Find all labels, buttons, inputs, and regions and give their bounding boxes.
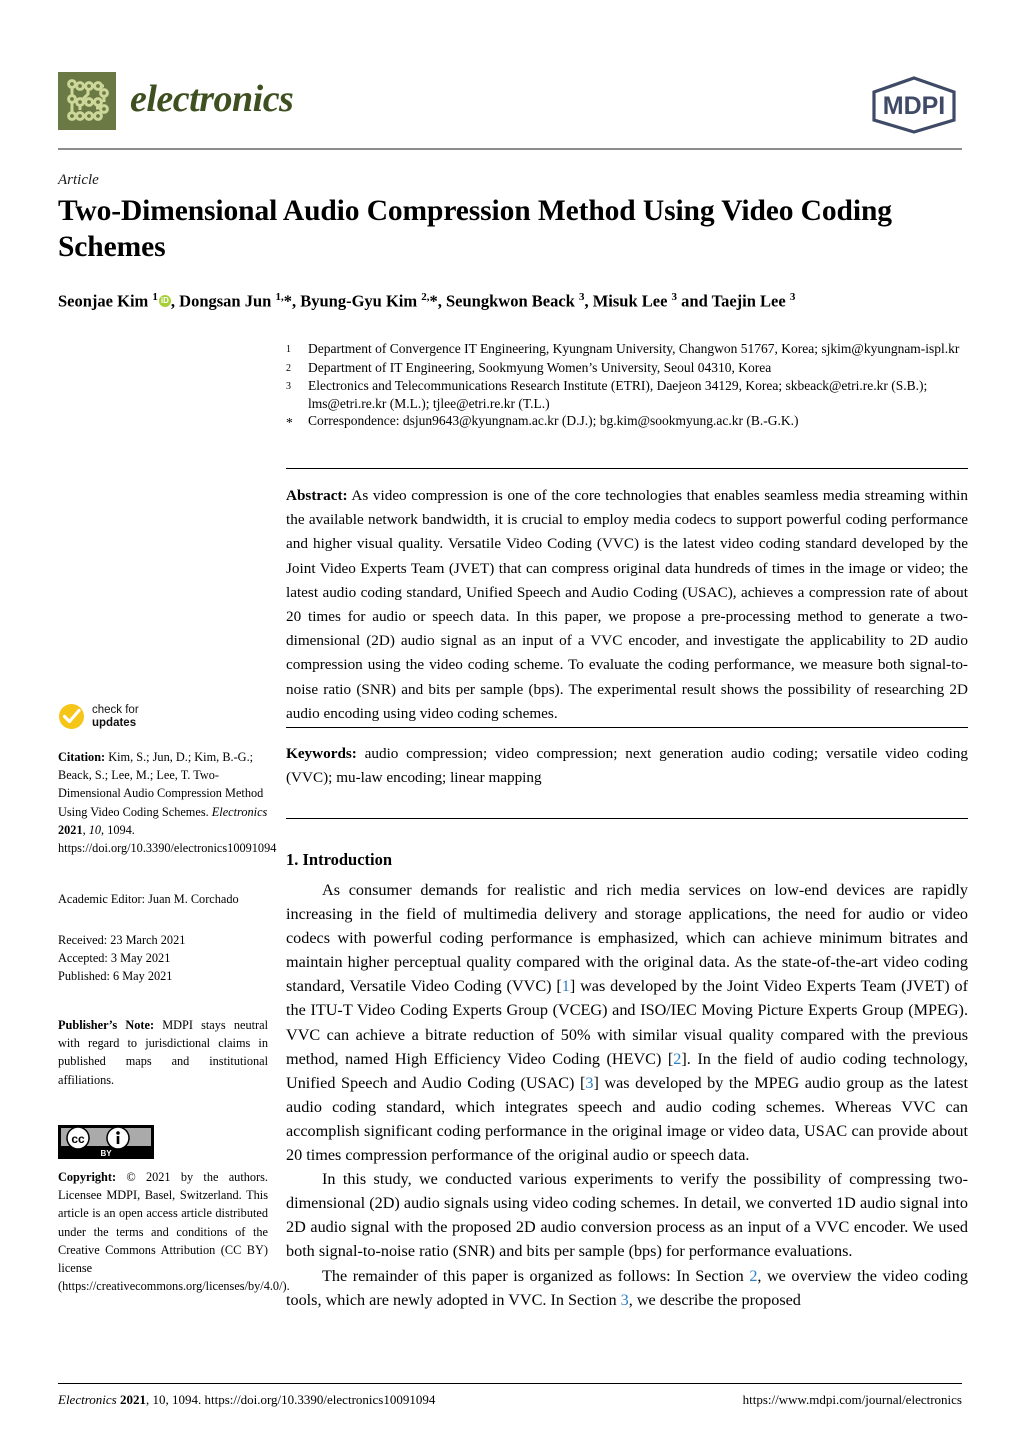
published-date: Published: 6 May 2021 xyxy=(58,969,173,984)
accepted-date: Accepted: 3 May 2021 xyxy=(58,951,171,966)
keywords-block: Keywords: audio compression; video compr… xyxy=(286,742,968,790)
paragraph-1: As consumer demands for realistic and ri… xyxy=(286,878,968,1167)
citation-block: Citation: Kim, S.; Jun, D.; Kim, B.-G.; … xyxy=(58,750,277,856)
publisher-note-label: Publisher’s Note: xyxy=(58,1018,155,1032)
received-date: Received: 23 March 2021 xyxy=(58,933,186,947)
header-divider xyxy=(58,148,962,150)
abstract-text: As video compression is one of the core … xyxy=(286,487,968,722)
section-ref-3[interactable]: 3 xyxy=(621,1291,629,1309)
mdpi-logo: MDPI xyxy=(866,74,962,136)
citation-ref-1[interactable]: 1 xyxy=(562,977,570,995)
cfu-line-2: updates xyxy=(92,716,137,729)
keywords-text: audio compression; video compression; ne… xyxy=(286,745,968,787)
footer-journal-url[interactable]: https://www.mdpi.com/journal/electronics xyxy=(743,1392,962,1408)
abstract-top-divider xyxy=(286,468,968,469)
paper-page: electronics MDPI Article Two-Dimensional… xyxy=(0,0,1020,1442)
affiliation-text: Department of IT Engineering, Sookmyung … xyxy=(308,359,772,375)
abstract-bottom-divider xyxy=(286,727,968,728)
page-title: Two-Dimensional Audio Compression Method… xyxy=(58,195,892,263)
footer-citation: Electronics 2021, 10, 1094. https://doi.… xyxy=(58,1392,435,1408)
copyright-block: Copyright: © 2021 by the authors. Licens… xyxy=(58,1168,290,1295)
affiliation-marker: 2 xyxy=(286,362,291,374)
affiliation-marker: 1 xyxy=(286,344,291,355)
citation-label: Citation: xyxy=(58,750,106,764)
publisher-note: Publisher’s Note: MDPI stays neutral wit… xyxy=(58,1016,268,1089)
keywords-bottom-divider xyxy=(286,818,968,819)
paragraph-3-segment-3: , we describe the proposed xyxy=(628,1290,801,1309)
citation-journal: Electronics xyxy=(211,804,268,819)
affiliations-list: 1 Department of Convergence IT Engineeri… xyxy=(286,340,966,432)
citation-volume: 10 xyxy=(88,822,102,837)
abstract-block: Abstract: As video compression is one of… xyxy=(286,484,968,726)
abstract-label: Abstract: xyxy=(286,487,348,504)
footer-journal: Electronics xyxy=(58,1392,117,1407)
article-type-label: Article xyxy=(58,172,99,188)
affiliation-marker: 3 xyxy=(286,381,291,392)
cc-by-label: BY xyxy=(100,1149,112,1158)
publication-dates: Received: 23 March 2021 Accepted: 3 May … xyxy=(58,931,268,986)
paragraph-3: The remainder of this paper is organized… xyxy=(286,1264,968,1312)
journal-wordmark: electronics xyxy=(130,78,294,120)
keywords-label: Keywords: xyxy=(286,745,357,762)
affiliation-item: * Correspondence: dsjun9643@kyungnam.ac.… xyxy=(286,412,966,432)
svg-text:MDPI: MDPI xyxy=(883,92,946,120)
check-for-updates-badge[interactable]: check for updates xyxy=(58,703,139,730)
journal-header: electronics MDPI xyxy=(58,72,962,150)
footer-year: 2021 xyxy=(119,1392,146,1407)
affiliation-text: Correspondence: dsjun9643@kyungnam.ac.kr… xyxy=(308,413,799,428)
affiliation-text: Department of Convergence IT Engineering… xyxy=(308,341,960,356)
copyright-text: © 2021 by the authors. Licensee MDPI, Ba… xyxy=(58,1170,290,1294)
body-content: As consumer demands for realistic and ri… xyxy=(286,878,968,1312)
checkmark-circle-icon xyxy=(59,704,84,729)
paragraph-3-segment-1: The remainder of this paper is organized… xyxy=(322,1266,750,1285)
check-for-updates-text: check for updates xyxy=(92,704,139,730)
cfu-line-1: check for xyxy=(92,703,139,716)
footer-divider xyxy=(58,1383,962,1384)
affiliation-item: 2 Department of IT Engineering, Sookmyun… xyxy=(286,359,966,378)
copyright-label: Copyright: xyxy=(58,1170,117,1184)
paragraph-2: In this study, we conducted various expe… xyxy=(286,1170,968,1261)
svg-text:cc: cc xyxy=(71,1132,85,1146)
footer-rest: , 10, 1094. https://doi.org/10.3390/elec… xyxy=(145,1392,436,1407)
affiliation-item: 3 Electronics and Telecommunications Res… xyxy=(286,377,966,412)
citation-year: 2021 xyxy=(58,822,83,837)
orcid-icon[interactable]: iD xyxy=(158,294,171,307)
affiliation-text: Electronics and Telecommunications Resea… xyxy=(308,378,928,411)
affiliation-item: 1 Department of Convergence IT Engineeri… xyxy=(286,340,966,359)
journal-logo: electronics xyxy=(58,72,294,130)
affiliation-marker: * xyxy=(286,415,293,430)
creative-commons-badge[interactable]: cc BY xyxy=(58,1125,154,1159)
academic-editor: Academic Editor: Juan M. Corchado xyxy=(58,892,239,906)
author-list: Seonjae Kim 1 iD, Dongsan Jun 1,*, Byung-… xyxy=(58,291,796,311)
section-heading-introduction: 1. Introduction xyxy=(286,850,393,869)
electronics-circuit-icon xyxy=(58,72,116,130)
